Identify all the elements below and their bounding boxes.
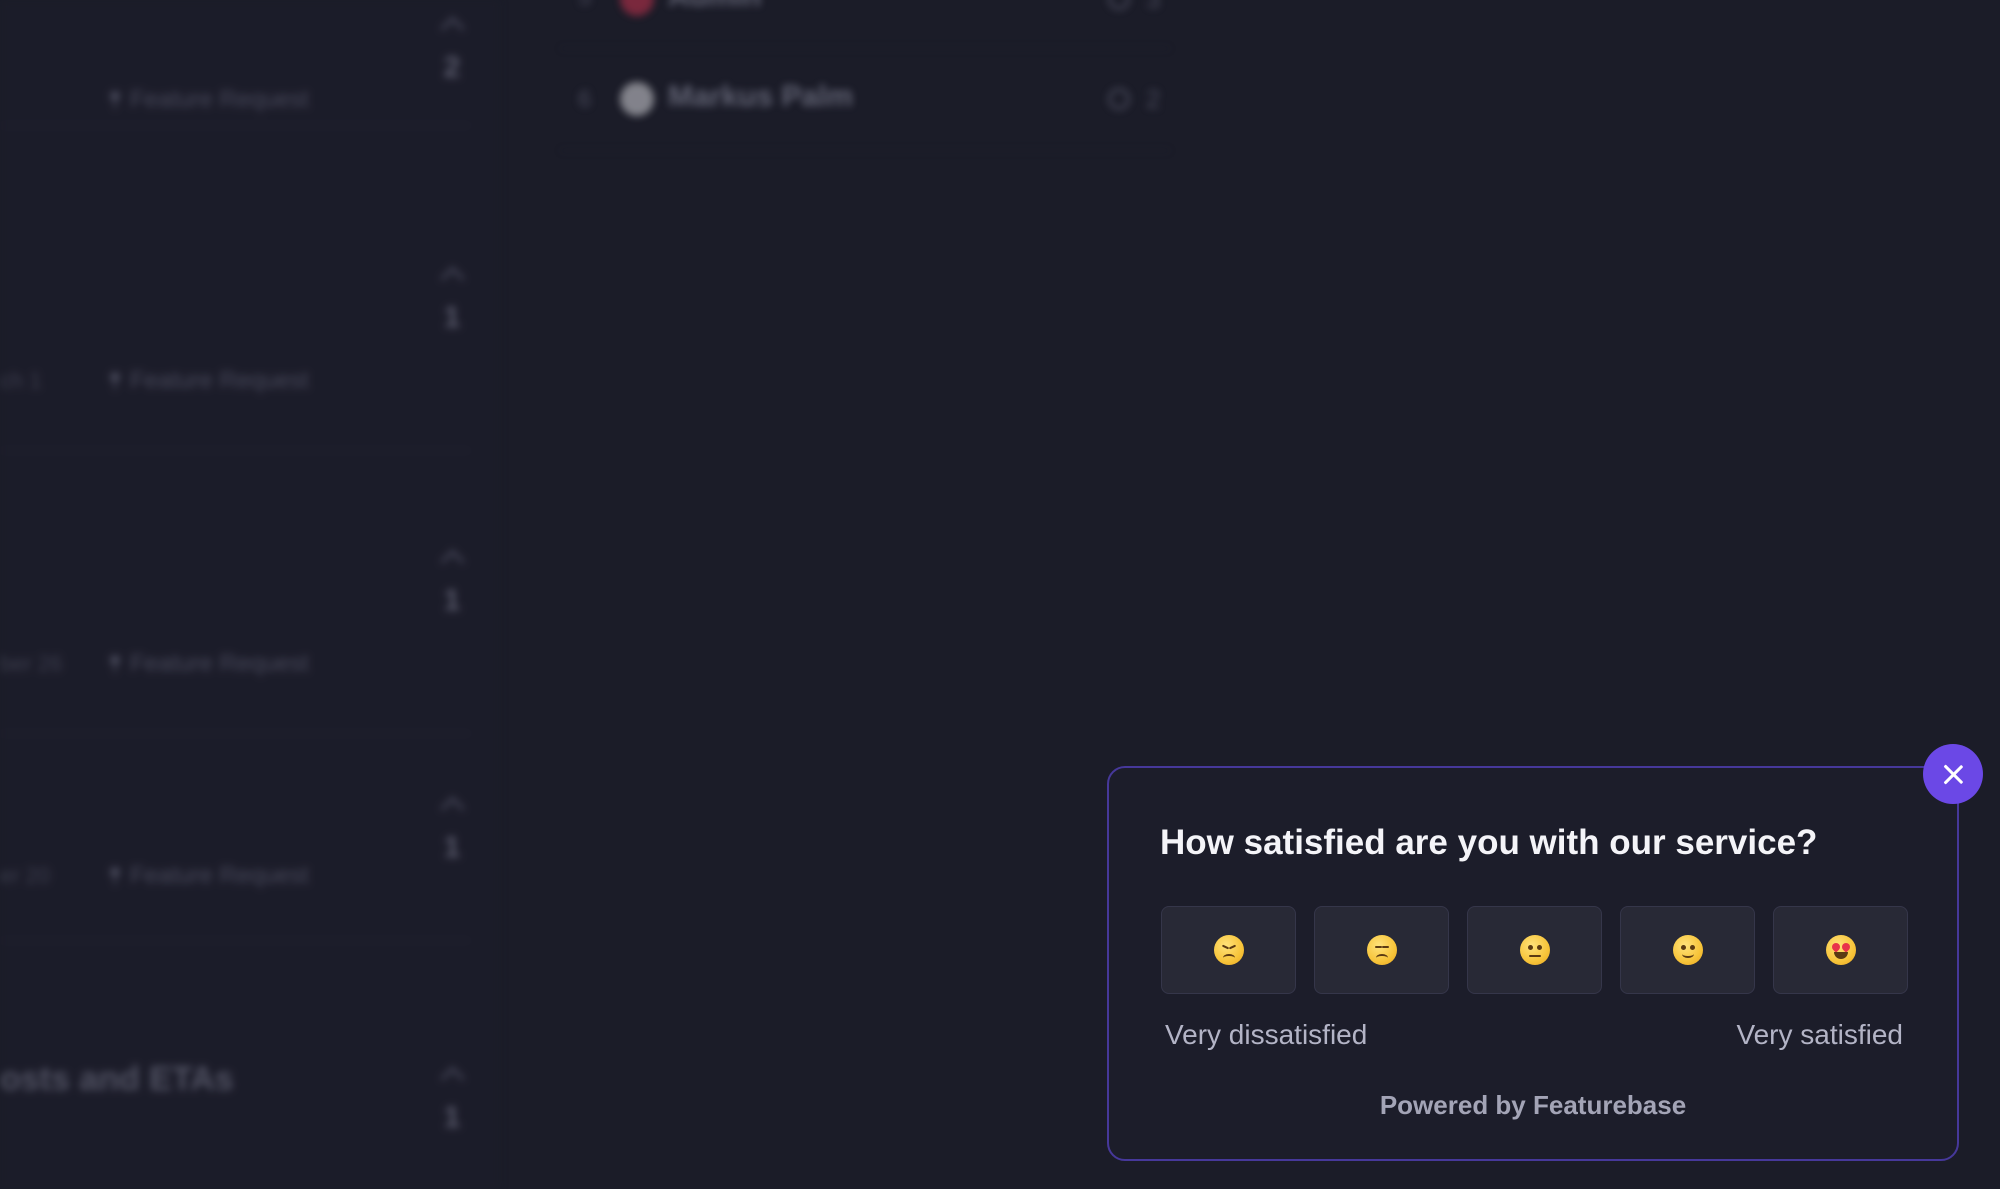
scale-label-high: Very satisfied: [1736, 1019, 1903, 1050]
leaderboard: 5 Admin 3 6 Markus Palm 2: [560, 0, 1170, 160]
rating-option-2[interactable]: [1314, 906, 1449, 994]
leaderboard-row[interactable]: 5 Admin 3: [560, 0, 1170, 49]
post-card[interactable]: Feature Request 2: [0, 0, 470, 126]
avatar: [620, 0, 654, 16]
upvote-button[interactable]: 1: [430, 796, 474, 865]
post-tag-label: Feature Request: [130, 367, 309, 394]
post-tag-label: Feature Request: [130, 650, 309, 677]
tired-face-icon: [1213, 935, 1244, 965]
pin-icon: [110, 655, 120, 673]
post-card[interactable]: ber 26 Feature Request 1: [0, 533, 470, 734]
pin-icon: [110, 91, 120, 109]
upvote-button[interactable]: 1: [430, 266, 474, 335]
leaderboard-name: Admin: [668, 0, 761, 14]
heart-eyes-face-icon: [1825, 935, 1856, 965]
post-card[interactable]: ch 1 Feature Request 1: [0, 250, 470, 451]
leaderboard-rank: 5: [578, 0, 591, 12]
pin-icon: [110, 372, 120, 390]
post-card[interactable]: er 20 Feature Request 1: [0, 780, 470, 941]
disappointed-face-icon: [1366, 935, 1397, 965]
leaderboard-name: Markus Palm: [668, 80, 854, 113]
chevron-up-icon: [439, 796, 465, 821]
scale-label-low: Very dissatisfied: [1165, 1019, 1368, 1050]
post-tag: Feature Request: [110, 862, 309, 890]
rating-option-5[interactable]: [1773, 906, 1908, 994]
rating-option-3[interactable]: [1467, 906, 1602, 994]
avatar: [620, 82, 654, 116]
post-title: osts and ETAs: [0, 1060, 234, 1098]
post-card[interactable]: osts and ETAs 1: [0, 1050, 470, 1189]
neutral-face-icon: [1519, 935, 1550, 965]
upvote-button[interactable]: 1: [430, 1066, 474, 1135]
rating-options: [1161, 906, 1908, 994]
survey-question: How satisfied are you with our service?: [1160, 823, 1818, 862]
post-tag: Feature Request: [110, 86, 309, 114]
post-tag-label: Feature Request: [130, 86, 309, 113]
pin-icon: [110, 867, 120, 885]
post-date: er 20: [0, 863, 51, 888]
leaderboard-points: 2: [1146, 84, 1161, 114]
chevron-up-icon: [439, 549, 465, 574]
app-root: Feature Request 2 ch 1 Feature Request 1: [0, 0, 2000, 1189]
points-icon: [1108, 0, 1130, 10]
close-icon: [1942, 763, 1964, 785]
slightly-smiling-face-icon: [1672, 935, 1703, 965]
post-tag: Feature Request: [110, 650, 309, 678]
post-date: ber 26: [0, 651, 63, 676]
post-tag: Feature Request: [110, 367, 309, 395]
rating-option-1[interactable]: [1161, 906, 1296, 994]
satisfaction-survey: How satisfied are you with our service?: [1107, 766, 1959, 1161]
rating-option-4[interactable]: [1620, 906, 1755, 994]
leaderboard-row[interactable]: 6 Markus Palm 2: [560, 50, 1170, 151]
upvote-button[interactable]: 1: [430, 549, 474, 618]
vote-count: 1: [443, 831, 461, 864]
vote-count: 1: [443, 301, 461, 334]
chevron-up-icon: [439, 266, 465, 291]
vote-count: 1: [443, 584, 461, 617]
close-button[interactable]: [1923, 744, 1983, 804]
vote-count: 1: [443, 1101, 461, 1134]
powered-by-link[interactable]: Powered by Featurebase: [1109, 1090, 1957, 1121]
post-date: ch 1: [0, 368, 42, 393]
points-icon: [1108, 88, 1130, 110]
chevron-up-icon: [439, 16, 465, 41]
post-tag-label: Feature Request: [130, 862, 309, 889]
leaderboard-points: 3: [1146, 0, 1160, 15]
vote-count: 2: [443, 51, 461, 84]
post-list: Feature Request 2 ch 1 Feature Request 1: [0, 0, 500, 1189]
upvote-button[interactable]: 2: [430, 16, 474, 85]
leaderboard-rank: 6: [578, 86, 592, 113]
chevron-up-icon: [439, 1066, 465, 1091]
